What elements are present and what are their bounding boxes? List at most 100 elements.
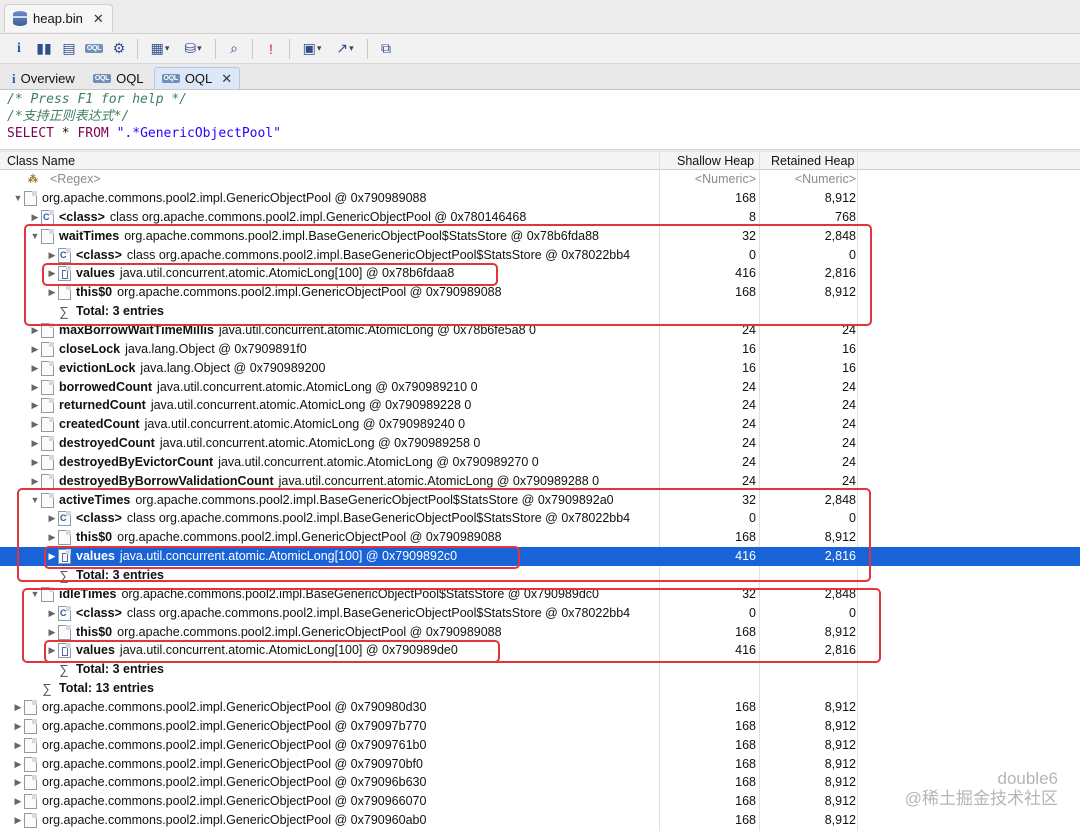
table-row[interactable]: ▶ values java.util.concurrent.atomic.Atomi… (0, 547, 1080, 566)
column-header-class-name[interactable]: Class Name (7, 154, 75, 168)
expand-right-icon[interactable]: ▶ (29, 340, 41, 359)
expand-right-icon[interactable]: ▶ (29, 415, 41, 434)
class-name-cell: ∑ Total: 3 entries (46, 302, 691, 321)
table-row[interactable]: ▶ createdCount java.util.concurrent.atomic… (0, 415, 1080, 434)
object-descriptor: java.util.concurrent.atomic.AtomicLong @… (218, 455, 539, 469)
table-row[interactable]: ▶ values java.util.concurrent.atomic.Atomi… (0, 264, 1080, 283)
close-icon[interactable]: ✕ (221, 71, 232, 87)
shallow-filter-input[interactable]: <Numeric> (662, 170, 756, 189)
field-name: <class> (76, 606, 122, 620)
tab-oql-1[interactable]: OQL OQL (85, 67, 152, 89)
total-row[interactable]: ∑ Total: 13 entries (0, 679, 1080, 698)
tab-overview[interactable]: i Overview (4, 67, 83, 89)
expand-right-icon[interactable]: ▶ (29, 434, 41, 453)
expand-right-icon[interactable]: ▶ (46, 623, 58, 642)
table-row[interactable]: ▶ <class> class org.apache.commons.pool2.i… (0, 246, 1080, 265)
expand-right-icon[interactable]: ▶ (12, 698, 24, 717)
expand-right-icon[interactable]: ▶ (12, 811, 24, 830)
table-row[interactable]: ▶ destroyedByBorrowValidationCount java.ut… (0, 472, 1080, 491)
export-icon[interactable]: ↗ (330, 38, 360, 60)
object-descriptor: org.apache.commons.pool2.impl.GenericObj… (42, 719, 427, 733)
total-row[interactable]: ∑ Total: 3 entries (0, 302, 1080, 321)
regex-filter-input[interactable]: <Regex> (50, 170, 101, 189)
column-header-retained-heap[interactable]: Retained Heap (771, 154, 854, 168)
table-row[interactable]: ▶ borrowedCount java.util.concurrent.atomi… (0, 378, 1080, 397)
search-icon[interactable]: ⌕ (223, 38, 245, 60)
table-row[interactable]: ▶ destroyedByEvictorCount java.util.concur… (0, 453, 1080, 472)
table-row[interactable]: ▶ org.apache.commons.pool2.impl.GenericOb… (0, 736, 1080, 755)
table-row[interactable]: ▼ idleTimes org.apache.commons.pool2.impl.… (0, 585, 1080, 604)
editor-tab-heap-bin[interactable]: heap.bin ✕ (4, 4, 113, 32)
table-row[interactable]: ▶ org.apache.commons.pool2.impl.GenericOb… (0, 698, 1080, 717)
expand-right-icon[interactable]: ▶ (29, 396, 41, 415)
expand-right-icon[interactable]: ▶ (29, 208, 41, 227)
expand-down-icon[interactable]: ▼ (29, 227, 41, 246)
expand-down-icon[interactable]: ▼ (29, 585, 41, 604)
table-row[interactable]: ▼ waitTimes org.apache.commons.pool2.impl.… (0, 227, 1080, 246)
expand-right-icon[interactable]: ▶ (46, 528, 58, 547)
layout-icon[interactable]: ▣ (297, 38, 327, 60)
histogram-icon[interactable]: ▮▮ (33, 38, 55, 60)
expand-down-icon[interactable]: ▼ (12, 189, 24, 208)
table-row[interactable]: ▶ <class> class org.apache.commons.pool2.i… (0, 208, 1080, 227)
expand-right-icon[interactable]: ▶ (29, 472, 41, 491)
expand-right-icon[interactable]: ▶ (12, 717, 24, 736)
copy-icon[interactable]: ⧉ (375, 38, 397, 60)
expand-right-icon[interactable]: ▶ (12, 773, 24, 792)
oql-icon[interactable]: OQL (83, 38, 105, 60)
expand-right-icon[interactable]: ▶ (46, 547, 58, 566)
reports-icon[interactable]: ⛁ (178, 38, 208, 60)
table-row[interactable]: ▶ evictionLock java.lang.Object @ 0x790989… (0, 359, 1080, 378)
total-row[interactable]: ∑ Total: 3 entries (0, 660, 1080, 679)
table-row[interactable]: ▶ this$0 org.apache.commons.pool2.impl.Gen… (0, 528, 1080, 547)
field-name: this$0 (76, 625, 113, 639)
retained-heap-cell: 8,912 (824, 625, 856, 639)
table-row[interactable]: ▶ org.apache.commons.pool2.impl.GenericOb… (0, 811, 1080, 830)
table-row[interactable]: ▶ <class> class org.apache.commons.pool2.i… (0, 604, 1080, 623)
table-row[interactable]: ▼ activeTimes org.apache.commons.pool2.imp… (0, 491, 1080, 510)
stop-icon[interactable]: ! (260, 38, 282, 60)
table-row[interactable]: ▶ <class> class org.apache.commons.pool2.i… (0, 509, 1080, 528)
table-row[interactable]: ▼ org.apache.commons.pool2.impl.GenericOb… (0, 189, 1080, 208)
shallow-heap-cell: 168 (735, 625, 756, 639)
expand-right-icon[interactable]: ▶ (29, 378, 41, 397)
expand-right-icon[interactable]: ▶ (46, 604, 58, 623)
column-header-shallow-heap[interactable]: Shallow Heap (677, 154, 754, 168)
expand-right-icon[interactable]: ▶ (46, 283, 58, 302)
expand-right-icon[interactable]: ▶ (29, 359, 41, 378)
tab-oql-2[interactable]: OQL OQL ✕ (153, 67, 241, 89)
info-icon[interactable]: i (8, 38, 30, 60)
object-descriptor: java.util.concurrent.atomic.AtomicLong @… (150, 398, 472, 412)
object-descriptor: java.lang.Object @ 0x7909891f0 (125, 342, 307, 356)
close-icon[interactable]: ✕ (93, 11, 104, 27)
query-browser-icon[interactable]: ▦ (145, 38, 175, 60)
expand-right-icon[interactable]: ▶ (29, 321, 41, 340)
expand-right-icon[interactable]: ▶ (46, 509, 58, 528)
expand-right-icon[interactable]: ▶ (46, 264, 58, 283)
table-row[interactable]: ▶ this$0 org.apache.commons.pool2.impl.Gen… (0, 623, 1080, 642)
expand-right-icon[interactable]: ▶ (29, 453, 41, 472)
table-row[interactable]: ▶ destroyedCount java.util.concurrent.atom… (0, 434, 1080, 453)
oql-query-editor[interactable]: /* Press F1 for help */ /*支持正则表达式*/ SELE… (0, 90, 1080, 150)
expand-right-icon[interactable]: ▶ (12, 755, 24, 774)
table-row[interactable]: ▶ org.apache.commons.pool2.impl.GenericOb… (0, 717, 1080, 736)
retained-heap-cell: 8,912 (824, 738, 856, 752)
heap-dump-overview-icon[interactable]: ⚙ (108, 38, 130, 60)
table-row[interactable]: ▶ closeLock java.lang.Object @ 0x7909891f0… (0, 340, 1080, 359)
expand-right-icon[interactable]: ▶ (12, 792, 24, 811)
shallow-heap-cell: 168 (735, 191, 756, 205)
object-descriptor: org.apache.commons.pool2.impl.GenericObj… (42, 191, 427, 205)
table-row[interactable]: ▶ maxBorrowWaitTimeMillis java.util.concur… (0, 321, 1080, 340)
shallow-heap-cell: 168 (735, 775, 756, 789)
table-row[interactable]: ▶ values java.util.concurrent.atomic.Atomi… (0, 641, 1080, 660)
table-row[interactable]: ▶ returnedCount java.util.concurrent.atomi… (0, 396, 1080, 415)
dominator-tree-icon[interactable]: ▤ (58, 38, 80, 60)
total-row[interactable]: ∑ Total: 3 entries (0, 566, 1080, 585)
class-name-cell: ▶ borrowedCount java.util.concurrent.atomi… (29, 378, 674, 397)
expand-down-icon[interactable]: ▼ (29, 491, 41, 510)
expand-right-icon[interactable]: ▶ (46, 641, 58, 660)
expand-right-icon[interactable]: ▶ (12, 736, 24, 755)
table-row[interactable]: ▶ this$0 org.apache.commons.pool2.impl.Gen… (0, 283, 1080, 302)
retained-filter-input[interactable]: <Numeric> (762, 170, 856, 189)
expand-right-icon[interactable]: ▶ (46, 246, 58, 265)
